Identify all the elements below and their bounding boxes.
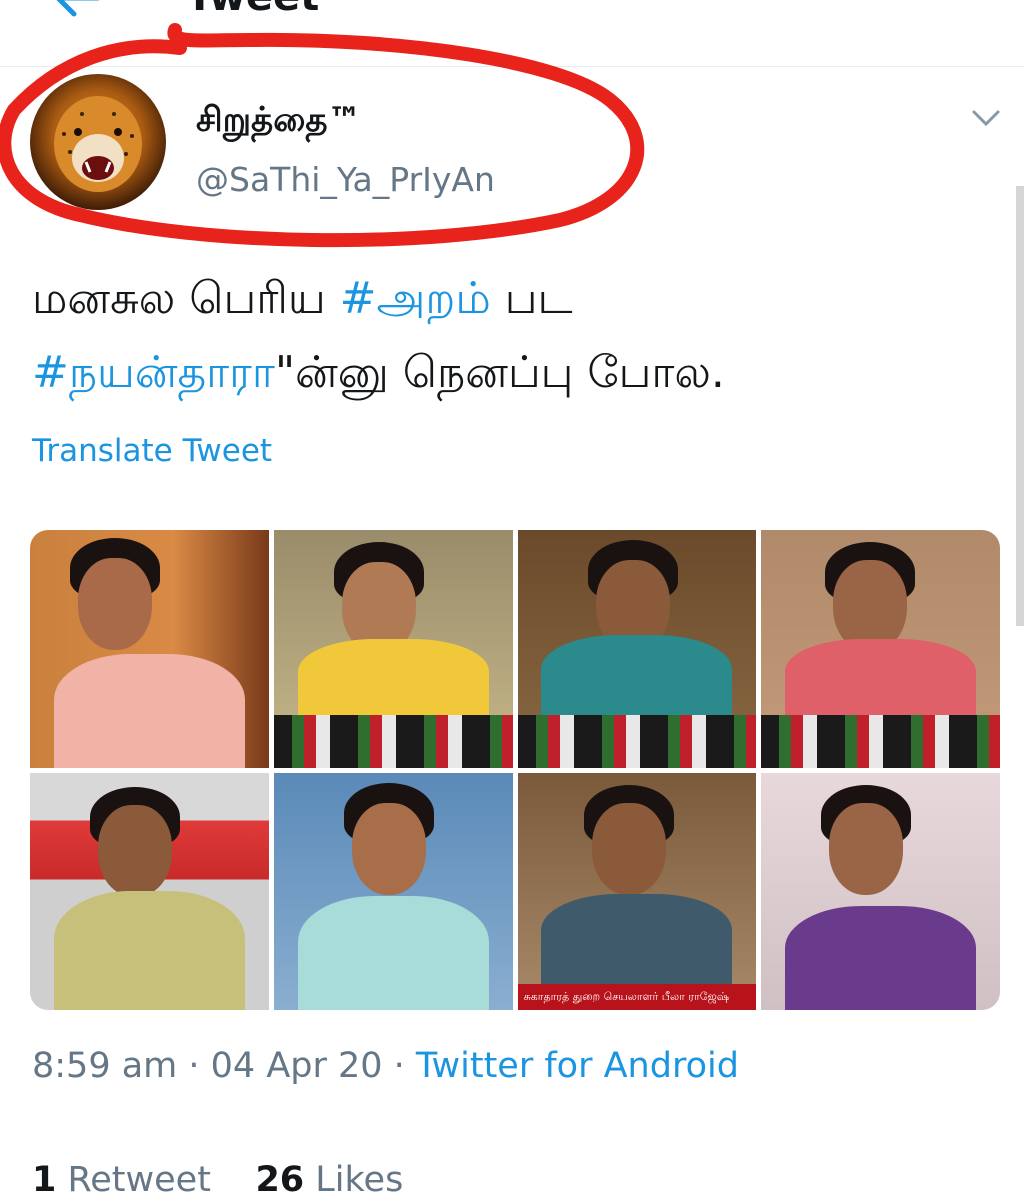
back-arrow-icon[interactable] xyxy=(52,0,100,18)
hashtag-link-nayanthara[interactable]: #நயன்தாரா xyxy=(32,347,275,398)
photo-grid[interactable]: சுகாதாரத் துறை செயலாளர் பீலா ராஜேஷ் xyxy=(30,530,1000,1010)
cheetah-avatar-image xyxy=(54,96,142,192)
photo-saree xyxy=(541,893,733,984)
photo-2[interactable] xyxy=(273,530,513,768)
retweets-count: 1 xyxy=(32,1160,57,1200)
meta-separator: · xyxy=(382,1046,416,1086)
photo-4[interactable] xyxy=(761,530,1000,768)
photo-saree xyxy=(53,891,245,1010)
photo-face xyxy=(78,558,152,650)
photo-5[interactable] xyxy=(30,772,269,1010)
photo-face xyxy=(351,802,426,895)
photo-face xyxy=(98,804,172,897)
photo-1[interactable] xyxy=(30,530,269,768)
tweet-text-line1: மனசுல பெரிய xyxy=(32,273,340,324)
page-title: Tweet xyxy=(186,0,319,20)
meta-separator: · xyxy=(177,1046,211,1086)
retweets-stat[interactable]: 1 Retweet xyxy=(32,1160,211,1200)
photo-face xyxy=(833,560,908,652)
tweet-date: 04 Apr 20 xyxy=(210,1046,383,1086)
photo-caption-text: சுகாதாரத் துறை செயலாளர் பீலா ராஜேஷ் xyxy=(523,990,730,1003)
photo-face xyxy=(829,802,904,895)
photo-saree xyxy=(297,896,489,1010)
tweet-text: மனசுல பெரிய #அறம் பட #நயன்தாரா"ன்னு நெனப… xyxy=(32,262,992,410)
likes-count: 26 xyxy=(255,1160,305,1200)
photo-saree xyxy=(785,639,977,720)
chevron-down-icon[interactable] xyxy=(970,106,1002,130)
tweet-text-line2-tail: "ன்னு நெனப்பு போல. xyxy=(274,347,725,398)
photo-microphones xyxy=(761,715,1000,768)
photo-saree xyxy=(53,653,245,768)
photo-6[interactable] xyxy=(273,772,513,1010)
photo-saree xyxy=(297,639,489,720)
photo-7[interactable]: சுகாதாரத் துறை செயலாளர் பீலா ராஜேஷ் xyxy=(517,772,757,1010)
tweet-source-link[interactable]: Twitter for Android xyxy=(416,1046,739,1086)
top-bar: Tweet xyxy=(0,0,1024,67)
photo-3[interactable] xyxy=(517,530,757,768)
scrollbar-thumb[interactable] xyxy=(1016,186,1024,626)
tweet-text-line1-tail: பட xyxy=(490,273,573,324)
photo-microphones xyxy=(517,715,757,768)
photo-saree xyxy=(541,634,733,720)
retweets-label: Retweet xyxy=(67,1160,211,1200)
likes-stat[interactable]: 26 Likes xyxy=(255,1160,403,1200)
avatar[interactable] xyxy=(30,74,166,210)
photo-face xyxy=(591,802,666,895)
likes-label: Likes xyxy=(315,1160,404,1200)
tweet-meta: 8:59 am · 04 Apr 20 · Twitter for Androi… xyxy=(32,1046,739,1086)
user-handle[interactable]: @SaThi_Ya_PrIyAn xyxy=(196,160,495,199)
tweet-stats: 1 Retweet 26 Likes xyxy=(32,1160,403,1200)
photo-microphones xyxy=(273,715,513,768)
photo-caption-strip: சுகாதாரத் துறை செயலாளர் பீலா ராஜேஷ் xyxy=(517,984,757,1010)
photo-saree xyxy=(785,905,977,1010)
hashtag-link-aram[interactable]: #அறம் xyxy=(340,273,491,324)
translate-tweet-link[interactable]: Translate Tweet xyxy=(32,433,272,469)
tweet-time: 8:59 am xyxy=(32,1046,178,1086)
photo-8[interactable] xyxy=(761,772,1000,1010)
display-name[interactable]: சிறுத்தை™ xyxy=(196,100,362,144)
